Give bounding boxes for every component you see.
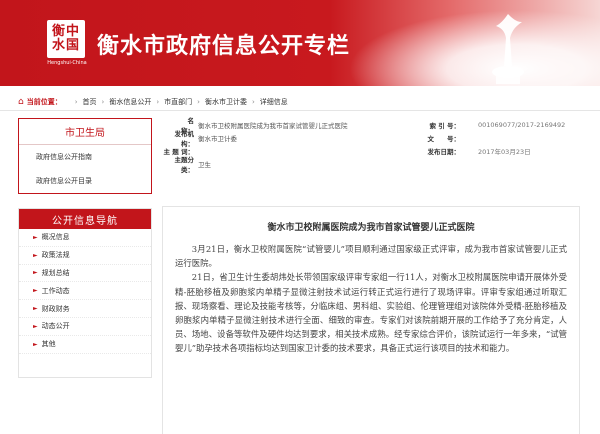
nav-item-label: 概况信息 xyxy=(41,233,70,242)
nav-item-planning[interactable]: ► 规划总结 xyxy=(19,265,151,283)
chevron-right-icon: › xyxy=(197,97,200,106)
breadcrumb-detail: 详细信息 xyxy=(259,97,288,106)
meta-org-value: 衡水市卫计委 xyxy=(198,134,237,143)
chevron-right-icon: › xyxy=(74,97,78,106)
arrow-right-icon: ► xyxy=(33,340,38,348)
chevron-right-icon: › xyxy=(251,97,255,106)
breadcrumb-info-public[interactable]: 衡水信息公开 xyxy=(109,97,151,107)
nav-item-policy[interactable]: ► 政策法规 xyxy=(19,247,151,265)
article-paragraph: 21日，省卫生计生委胡炜处长带领国家级评审专家组一行11人，对衡水卫校附属医院申… xyxy=(175,272,567,354)
breadcrumb-current-label: 当前位置： xyxy=(26,97,62,106)
nav-item-label: 工作动态 xyxy=(41,286,70,295)
header-banner: 衡中 水国 Hengshui·China 衡水市政府信息公开专栏 xyxy=(0,0,600,86)
arrow-right-icon: ► xyxy=(33,322,38,330)
nav-item-label: 财政财务 xyxy=(41,304,70,313)
article-title: 衡水市卫校附属医院成为我市首家试管婴儿正式医院 xyxy=(267,223,475,233)
nav-item-label: 动态公开 xyxy=(41,322,70,331)
nav-title: 公开信息导航 xyxy=(19,209,151,229)
logo-text-top: 衡中 xyxy=(51,24,80,39)
meta-date-value: 2017年03月23日 xyxy=(478,147,531,156)
meta-category-value: 卫生 xyxy=(198,160,211,169)
nav-item-label: 政策法规 xyxy=(41,251,70,260)
chevron-right-icon: › xyxy=(156,97,160,106)
article-paragraph: 3月21日，衡水卫校附属医院“试管婴儿”项目顺利通过国家级正式评审，成为我市首家… xyxy=(175,244,567,269)
statue-image xyxy=(492,14,524,84)
site-logo[interactable]: 衡中 水国 xyxy=(47,20,85,58)
meta-category-label: 主题分类： xyxy=(174,155,195,174)
article-body: 衡水市卫校附属医院成为我市首家试管婴儿正式医院 3月21日，衡水卫校附属医院“试… xyxy=(162,206,580,434)
document-meta: 名 称： 衡水市卫校附属医院成为我市首家试管婴儿正式医院 索 引 号： 0010… xyxy=(162,117,582,194)
meta-index-value: 001069077/2017-2169492 xyxy=(478,120,566,129)
arrow-right-icon: ► xyxy=(33,287,38,295)
breadcrumb-health-commission[interactable]: 衡水市卫计委 xyxy=(205,97,247,107)
meta-doc-label: 文 号： xyxy=(427,134,461,143)
org-title: 市卫生局 xyxy=(19,119,151,145)
breadcrumb-departments[interactable]: 市直部门 xyxy=(164,97,192,107)
meta-name-value: 衡水市卫校附属医院成为我市首家试管婴儿正式医院 xyxy=(198,121,348,130)
logo-text-bottom: 水国 xyxy=(51,38,80,53)
nav-item-finance[interactable]: ► 财政财务 xyxy=(19,300,151,318)
chevron-right-icon: › xyxy=(101,97,105,106)
nav-item-label: 其他 xyxy=(41,340,56,349)
nav-item-dynamic[interactable]: ► 动态公开 xyxy=(19,318,151,336)
org-link-catalog[interactable]: 政府信息公开目录 xyxy=(19,169,151,193)
location-icon: ⌂ xyxy=(18,96,24,107)
nav-item-other[interactable]: ► 其他 xyxy=(19,336,151,354)
arrow-right-icon: ► xyxy=(33,251,38,259)
arrow-right-icon: ► xyxy=(33,233,38,241)
breadcrumb: ⌂ 当前位置： › 首页 › 衡水信息公开 › 市直部门 › 衡水市卫计委 › … xyxy=(0,93,600,111)
info-nav: 公开信息导航 ► 概况信息 ► 政策法规 ► 规划总结 ► 工作动态 ► 财政财务 ► 动态… xyxy=(18,208,152,378)
org-link-guide[interactable]: 政府信息公开指南 xyxy=(19,145,151,169)
nav-item-overview[interactable]: ► 概况信息 xyxy=(19,229,151,247)
arrow-right-icon: ► xyxy=(33,269,38,277)
nav-item-work-news[interactable]: ► 工作动态 xyxy=(19,282,151,301)
banner-decoration xyxy=(320,0,600,86)
breadcrumb-home[interactable]: 首页 xyxy=(83,97,97,107)
arrow-right-icon: ► xyxy=(33,305,38,313)
nav-item-label: 规划总结 xyxy=(41,268,70,277)
meta-index-label: 索 引 号： xyxy=(429,121,460,130)
logo-english: Hengshui·China xyxy=(47,60,87,66)
org-box: 市卫生局 政府信息公开指南 政府信息公开目录 xyxy=(18,118,152,194)
site-title: 衡水市政府信息公开专栏 xyxy=(97,33,351,59)
meta-date-label: 发布日期： xyxy=(427,147,461,156)
